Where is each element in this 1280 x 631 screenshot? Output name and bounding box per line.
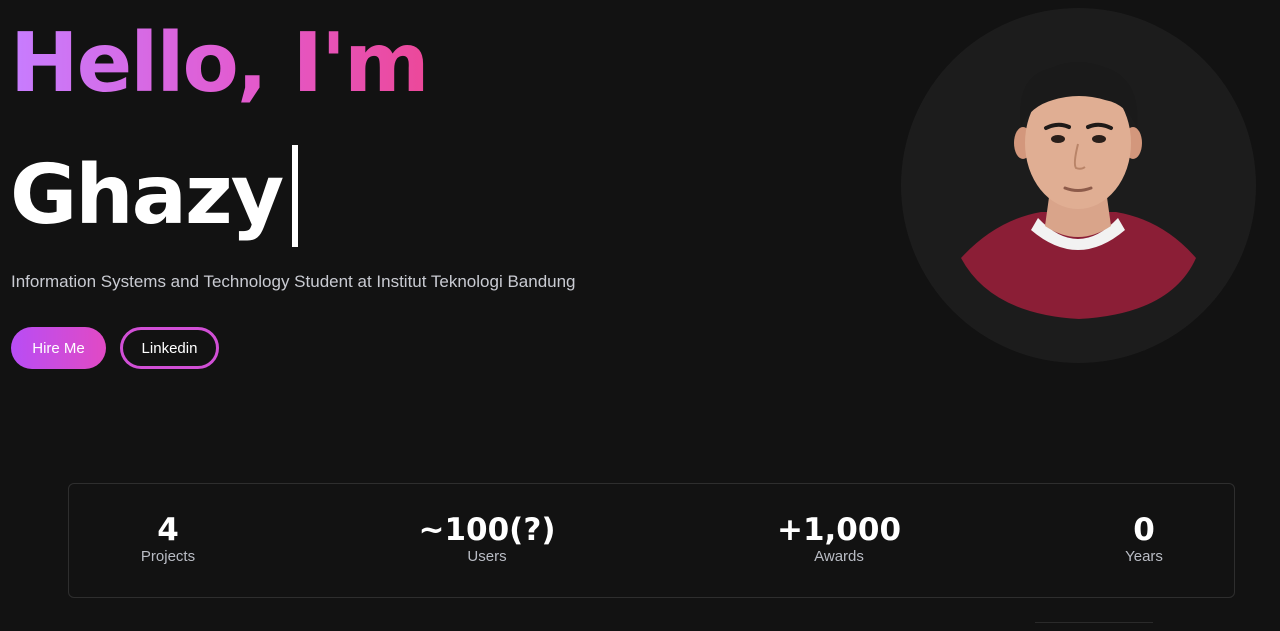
stats-panel: 4 Projects ~100(?) Users +1,000 Awards 0… [68,483,1235,598]
stat-label: Projects [140,548,196,565]
profile-photo [901,8,1256,363]
stat-value: 4 [157,512,179,548]
linkedin-button[interactable]: Linkedin [120,327,219,369]
stat-value: +1,000 [776,512,902,548]
divider [1035,622,1153,623]
portfolio-hero-page: Hello, I'm Ghazy Information Systems and… [0,0,1280,631]
stat-awards: +1,000 Awards [739,512,939,566]
hero-subtitle: Information Systems and Technology Stude… [11,272,576,291]
stat-label: Awards [814,548,864,565]
name-text: Ghazy [10,148,284,243]
hire-me-button[interactable]: Hire Me [11,327,106,369]
stat-users: ~100(?) Users [387,512,587,566]
stat-label: Users [467,548,507,565]
greeting-heading: Hello, I'm [10,14,430,114]
stat-label: Years [1125,548,1163,565]
typing-cursor [292,145,299,247]
profile-photo-illustration [901,8,1256,363]
name-heading: Ghazy [10,145,299,247]
hero-buttons: Hire Me Linkedin [11,327,219,369]
stat-years: 0 Years [1044,512,1244,566]
stat-value: ~100(?) [418,512,556,548]
stat-projects: 4 Projects [68,512,268,566]
stat-value: 0 [1133,512,1155,548]
